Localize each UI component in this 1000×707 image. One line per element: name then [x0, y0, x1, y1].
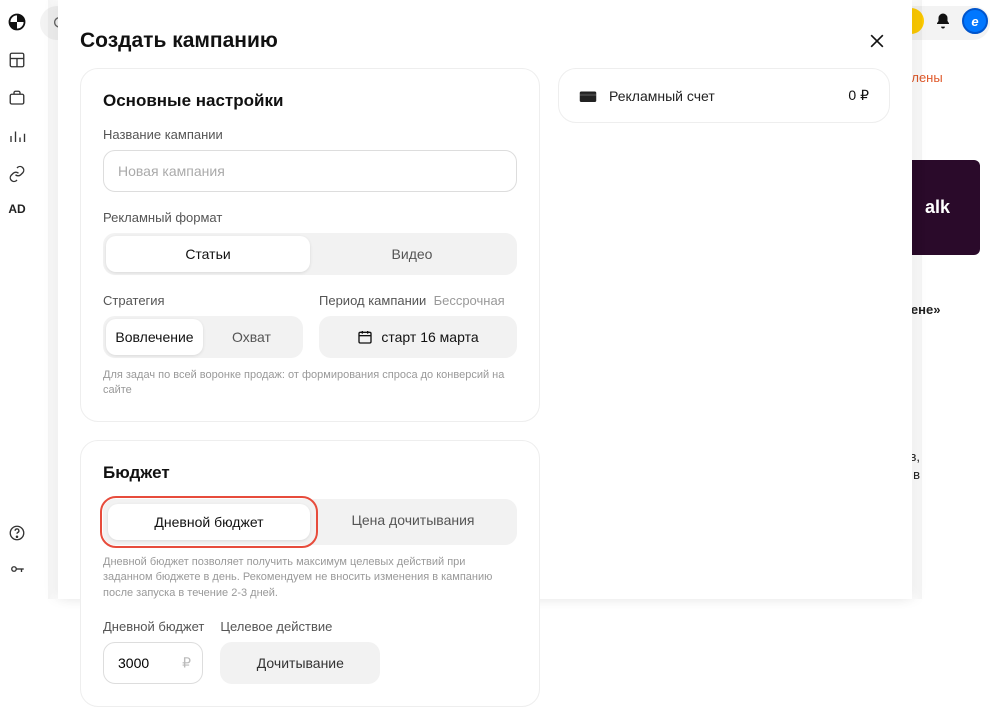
main-settings-card: Основные настройки Название кампании Рек…	[80, 68, 540, 422]
left-nav-rail: AD	[0, 0, 34, 599]
budget-title: Бюджет	[103, 463, 517, 483]
strategy-engagement-button[interactable]: Вовлечение	[106, 319, 203, 355]
strategy-label: Стратегия	[103, 293, 303, 308]
avatar-blue[interactable]: e	[962, 8, 988, 34]
close-icon	[867, 31, 887, 51]
format-video-button[interactable]: Видео	[310, 236, 514, 272]
format-articles-button[interactable]: Статьи	[106, 236, 310, 272]
period-label: Период кампании Бессрочная	[319, 293, 517, 308]
create-campaign-modal: Создать кампанию Основные настройки Назв…	[58, 0, 912, 599]
format-segmented: Статьи Видео	[103, 233, 517, 275]
budget-daily-button[interactable]: Дневной бюджет	[108, 504, 310, 540]
daily-budget-label: Дневной бюджет	[103, 619, 204, 634]
budget-cpr-button[interactable]: Цена дочитывания	[312, 502, 514, 538]
campaign-name-label: Название кампании	[103, 127, 517, 142]
ruble-symbol: ₽	[182, 654, 191, 671]
bell-icon[interactable]	[934, 12, 952, 30]
highlight-ring: Дневной бюджет	[100, 496, 318, 548]
ad-account-card[interactable]: Рекламный счет 0 ₽	[558, 68, 890, 123]
help-icon[interactable]	[7, 523, 27, 543]
calendar-icon	[357, 329, 373, 345]
strategy-segmented: Вовлечение Охват	[103, 316, 303, 358]
main-settings-title: Основные настройки	[103, 91, 517, 111]
logo-icon[interactable]	[7, 12, 27, 32]
link-icon[interactable]	[7, 164, 27, 184]
campaign-name-input[interactable]	[103, 150, 517, 192]
budget-card: Бюджет Дневной бюджет Цена дочитывания Д…	[80, 440, 540, 707]
ad-account-label: Рекламный счет	[609, 88, 836, 104]
close-button[interactable]	[864, 28, 890, 54]
strategy-hint: Для задач по всей воронке продаж: от фор…	[103, 368, 517, 399]
period-button[interactable]: старт 16 марта	[319, 316, 517, 358]
settings-key-icon[interactable]	[7, 559, 27, 579]
dashboard-icon[interactable]	[7, 50, 27, 70]
modal-title: Создать кампанию	[80, 29, 278, 53]
strategy-reach-button[interactable]: Охват	[203, 319, 300, 355]
budget-hint: Дневной бюджет позволяет получить максим…	[103, 555, 517, 601]
wallet-icon	[579, 89, 597, 103]
stats-icon[interactable]	[7, 126, 27, 146]
ad-account-value: 0 ₽	[848, 87, 869, 104]
budget-mode-segmented: Дневной бюджет Цена дочитывания	[103, 499, 517, 545]
target-action-label: Целевое действие	[220, 619, 380, 634]
target-action-button[interactable]: Дочитывание	[220, 642, 380, 684]
ad-label[interactable]: AD	[6, 202, 28, 216]
briefcase-icon[interactable]	[7, 88, 27, 108]
format-label: Рекламный формат	[103, 210, 517, 225]
